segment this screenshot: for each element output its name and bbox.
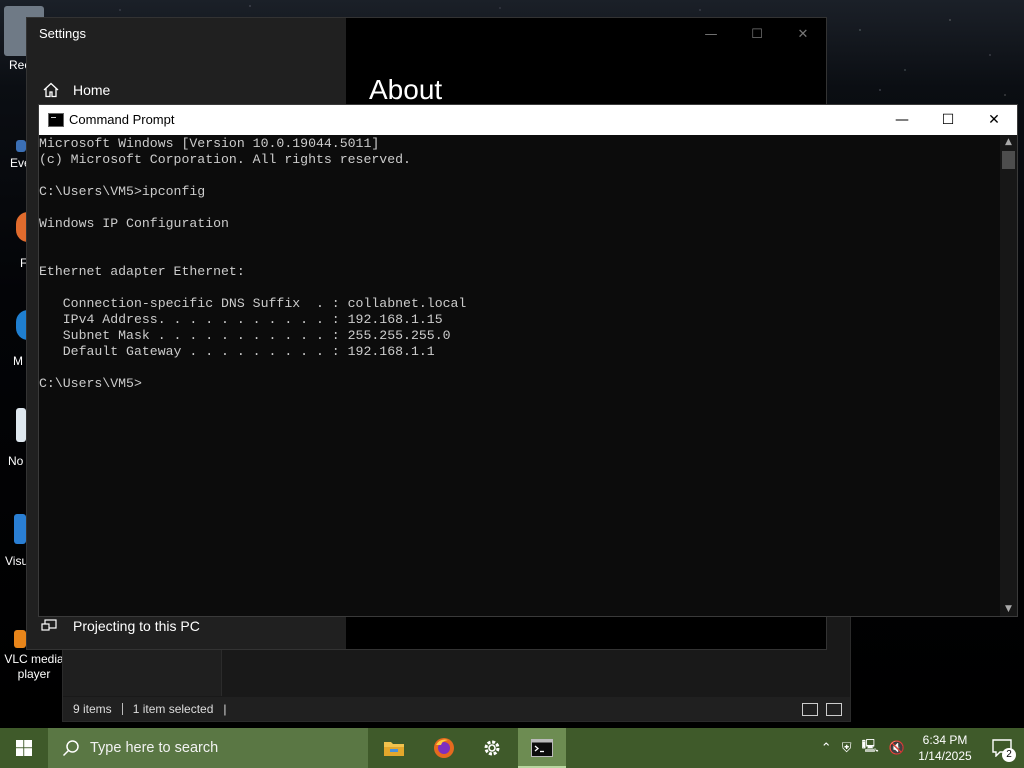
vertical-scrollbar[interactable]: ▲ ▼ [1000, 135, 1017, 616]
clock-time: 6:34 PM [922, 733, 968, 747]
settings-home-link[interactable]: Home [43, 82, 110, 98]
windows-logo-icon [16, 740, 32, 756]
cmd-window-controls: — ☐ ✕ [879, 105, 1017, 135]
settings-nav-projecting[interactable]: Projecting to this PC [41, 618, 200, 634]
system-tray: ⌃ ⛨ 🖳 🔇 6:34 PM 1/14/2025 2 [816, 728, 1024, 768]
minimize-button[interactable]: — [879, 105, 925, 135]
item-count: 9 items [73, 702, 112, 716]
settings-gear-icon [484, 740, 500, 756]
console-line: C:\Users\VM5>ipconfig [39, 184, 206, 199]
close-button[interactable]: ✕ [971, 105, 1017, 135]
taskbar-firefox[interactable] [420, 728, 468, 768]
notepad-icon [16, 408, 26, 442]
clock-date: 1/14/2025 [918, 749, 972, 763]
console-line: (c) Microsoft Corporation. All rights re… [39, 152, 411, 167]
chevron-up-icon[interactable]: ⌃ [821, 741, 832, 756]
network-icon[interactable]: 🖳 [861, 737, 878, 759]
search-icon [62, 740, 79, 757]
notification-center-button[interactable]: 2 [980, 728, 1024, 768]
taskbar-command-prompt[interactable] [518, 728, 566, 768]
taskbar-search-box[interactable]: Type here to search [48, 728, 368, 768]
console-line: Default Gateway . . . . . . . . . : 192.… [39, 344, 435, 359]
details-view-icon[interactable] [802, 703, 818, 716]
desktop-icon-label: Visu [5, 554, 29, 568]
scroll-down-arrow-icon[interactable]: ▼ [1000, 604, 1017, 614]
status-bar: 9 items 1 item selected | [63, 697, 850, 721]
window-title: Command Prompt [69, 112, 175, 127]
notification-count-badge: 2 [1002, 748, 1016, 762]
command-prompt-window: Command Prompt — ☐ ✕ Microsoft Windows [… [38, 104, 1018, 617]
firefox-icon [434, 738, 454, 758]
close-button[interactable]: ✕ [780, 18, 826, 50]
scroll-up-arrow-icon[interactable]: ▲ [1000, 137, 1017, 147]
console-line: C:\Users\VM5> [39, 376, 142, 391]
cmd-titlebar[interactable]: Command Prompt — ☐ ✕ [39, 105, 1017, 135]
command-prompt-icon [48, 113, 64, 127]
console-line: Ethernet adapter Ethernet: [39, 264, 245, 279]
search-placeholder: Type here to search [90, 740, 219, 756]
desktop-icon-label: No [8, 454, 24, 468]
taskbar-settings[interactable] [468, 728, 516, 768]
home-icon [43, 82, 59, 98]
desktop-icon-label: M [13, 354, 23, 368]
shortcut-icon [16, 140, 26, 152]
console-output[interactable]: Microsoft Windows [Version 10.0.19044.50… [39, 135, 999, 617]
window-title: Settings [39, 26, 86, 41]
maximize-button[interactable]: ☐ [925, 105, 971, 135]
console-line: Subnet Mask . . . . . . . . . . . : 255.… [39, 328, 451, 343]
console-line: Microsoft Windows [Version 10.0.19044.50… [39, 136, 380, 151]
console-line: Windows IP Configuration [39, 216, 229, 231]
view-toggle [802, 703, 842, 716]
security-alert-icon[interactable]: ⛨ [842, 741, 852, 756]
settings-window-controls: — ☐ ✕ [688, 18, 826, 50]
projecting-icon [41, 619, 57, 631]
large-icons-view-icon[interactable] [826, 703, 842, 716]
clock[interactable]: 6:34 PM 1/14/2025 [910, 732, 980, 764]
volume-muted-icon[interactable]: 🔇 [889, 741, 905, 756]
page-title: About [369, 74, 443, 105]
console-line: IPv4 Address. . . . . . . . . . . : 192.… [39, 312, 443, 327]
maximize-button[interactable]: ☐ [734, 18, 780, 50]
vlc-icon [14, 630, 26, 648]
command-prompt-icon [531, 739, 553, 757]
minimize-button[interactable]: — [688, 18, 734, 50]
taskbar: Type here to search ⌃ ⛨ 🖳 🔇 6:34 PM 1/14… [0, 728, 1024, 768]
taskbar-file-explorer[interactable] [370, 728, 418, 768]
selection-count: 1 item selected [132, 702, 214, 716]
status-cursor: | [223, 702, 227, 716]
projecting-label: Projecting to this PC [73, 618, 200, 634]
scroll-thumb[interactable] [1002, 151, 1015, 169]
home-label: Home [73, 82, 111, 98]
start-button[interactable] [0, 728, 48, 768]
file-explorer-icon [384, 742, 404, 756]
visual-studio-icon [14, 514, 26, 544]
desktop-icon-label: VLC media player [4, 652, 64, 681]
console-line: Connection-specific DNS Suffix . : colla… [39, 296, 467, 311]
